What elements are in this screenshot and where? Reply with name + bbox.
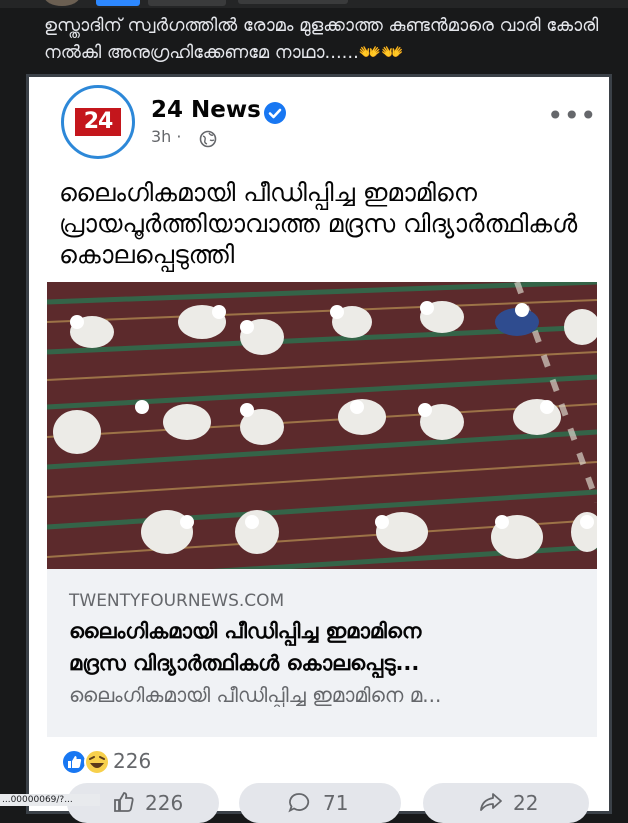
comment-count: 71 <box>323 791 349 815</box>
top-bar <box>0 0 628 8</box>
status-bar-url: ...00000069/?... <box>0 794 100 806</box>
link-title-line-1: ലൈംഗികമായി പീഡിപ്പിച്ച ഇമാമിനെ <box>69 619 422 643</box>
page-logo[interactable]: 24 <box>61 85 135 159</box>
share-count: 22 <box>513 791 539 815</box>
more-options-icon[interactable]: ••• <box>547 99 597 132</box>
admin-badge <box>96 0 140 6</box>
link-title: ലൈംഗികമായി പീഡിപ്പിച്ച ഇമാമിനെ മദ്രസ വിദ… <box>69 615 589 679</box>
avatar[interactable] <box>44 0 80 6</box>
haha-icon <box>84 749 110 775</box>
meta-separator: · <box>176 127 182 146</box>
logo-text: 24 <box>75 108 121 136</box>
share-button[interactable]: 22 <box>423 783 589 823</box>
page-name[interactable]: 24 News <box>151 97 261 123</box>
link-description: ലൈംഗികമായി പീഡിപ്പിച്ച ഇമാമിനെ മ... <box>69 683 442 707</box>
post-time[interactable]: 3h <box>151 127 171 146</box>
thumbs-up-icon <box>114 792 134 812</box>
link-title-line-2: മദ്രസ വിദ്യാർത്ഥികൾ കൊലപ്പെടു... <box>69 651 420 675</box>
top-contributor-badge <box>148 0 226 6</box>
verified-badge-icon <box>264 102 286 124</box>
comment-icon <box>288 793 310 813</box>
post-headline: ലൈംഗികമായി പീഡിപ്പിച്ച ഇമാമിനെ പ്രായപൂർത… <box>59 178 578 269</box>
comment-text: ഉസ്താദിന് സ്വർഗത്തിൽ രോമം മുളക്കാത്ത കുണ… <box>44 15 599 63</box>
post-photo[interactable] <box>47 282 597 569</box>
globe-icon <box>199 130 217 148</box>
comment-button[interactable]: 71 <box>239 783 401 823</box>
link-preview[interactable]: TWENTYFOURNEWS.COM ലൈംഗികമായി പീഡിപ്പിച്… <box>47 569 597 737</box>
like-icon <box>61 749 87 775</box>
shared-post-card: 24 24 News 3h · ••• ലൈംഗികമായി പീഡിപ്പിച… <box>26 74 612 823</box>
like-count: 226 <box>145 791 184 815</box>
reaction-count[interactable]: 226 <box>113 749 151 773</box>
post-meta: 3h · <box>151 127 182 146</box>
link-domain: TWENTYFOURNEWS.COM <box>69 591 285 611</box>
share-icon <box>480 793 502 811</box>
timestamp <box>238 0 348 4</box>
